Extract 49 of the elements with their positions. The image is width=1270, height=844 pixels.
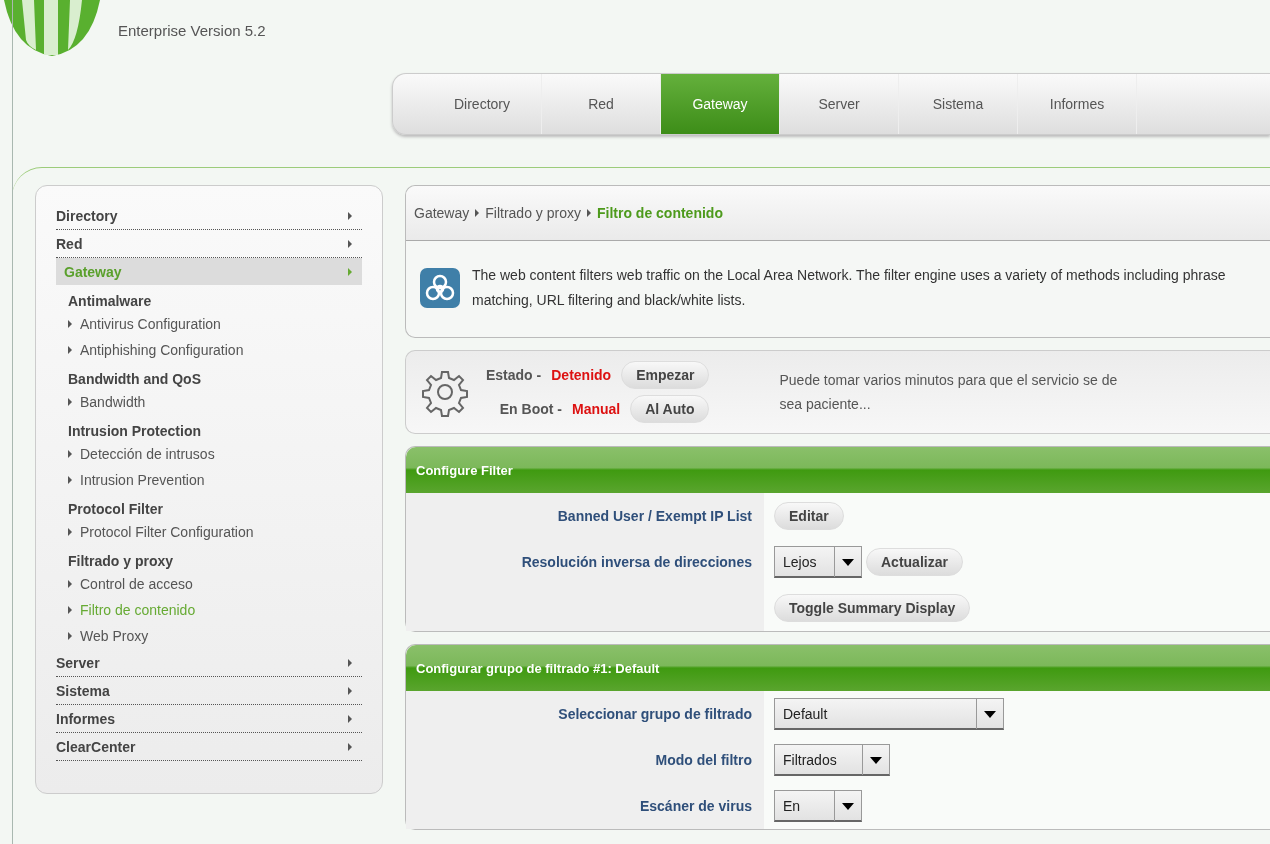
dropdown[interactable]: Default xyxy=(774,698,1004,730)
dropdown[interactable]: Filtrados xyxy=(774,744,890,776)
nav-tab[interactable]: Sistema xyxy=(899,74,1018,134)
sidebar-link[interactable]: Bandwidth xyxy=(68,389,362,415)
status-value: Detenido xyxy=(551,367,612,383)
field-label: Seleccionar grupo de filtrado xyxy=(558,706,752,722)
service-note: sea paciente... xyxy=(779,396,872,412)
status-label: En Boot - xyxy=(499,401,562,417)
status-label: Estado - xyxy=(486,367,542,383)
field-label: Resolución inversa de direcciones xyxy=(521,554,752,570)
service-note: Puede tomar varios minutos para que el servicio se de xyxy=(779,372,1118,388)
sidebar-link[interactable]: Protocol Filter Configuration xyxy=(68,519,362,545)
sidebar-link[interactable]: Web Proxy xyxy=(68,623,362,649)
sidebar-item[interactable]: Server xyxy=(56,649,362,677)
sidebar-group-title: Filtrado y proxy xyxy=(68,553,175,569)
sidebar-group-title: Antimalware xyxy=(68,293,153,309)
sidebar-group-title: Bandwidth and QoS xyxy=(68,371,202,387)
sidebar-item[interactable]: Informes xyxy=(56,705,362,733)
breadcrumb-link[interactable]: Gateway xyxy=(414,205,470,221)
dropdown[interactable]: Lejos xyxy=(774,546,862,578)
breadcrumb-link[interactable]: Filtrado y proxy xyxy=(485,205,581,221)
action-button[interactable]: Toggle Summary Display xyxy=(774,594,971,622)
section-title: Configurar grupo de filtrado #1: Default xyxy=(416,660,660,676)
version-label: Enterprise Version 5.2 xyxy=(118,22,266,39)
field-label: Modo del filtro xyxy=(655,752,752,768)
sidebar-link[interactable]: Detección de intrusos xyxy=(68,441,362,467)
status-value: Manual xyxy=(572,401,621,417)
sidebar-group-title: Intrusion Protection xyxy=(68,423,202,439)
sidebar-link[interactable]: Antivirus Configuration xyxy=(68,311,362,337)
field-label: Escáner de virus xyxy=(639,798,752,814)
action-button[interactable]: Editar xyxy=(774,502,844,530)
service-button[interactable]: Empezar xyxy=(621,361,710,389)
nav-tab[interactable]: Informes xyxy=(1018,74,1137,134)
field-label: Banned User / Exempt IP List xyxy=(557,508,752,524)
sidebar-item[interactable]: Directory xyxy=(56,202,362,230)
section-title: Configure Filter xyxy=(416,462,513,478)
nav-tab[interactable]: Directory xyxy=(423,74,542,134)
action-button[interactable]: Actualizar xyxy=(866,548,963,576)
sidebar-item[interactable]: Sistema xyxy=(56,677,362,705)
sidebar-group-title: Protocol Filter xyxy=(68,501,164,517)
biohazard-icon xyxy=(420,268,460,308)
nav-tab[interactable]: Server xyxy=(780,74,899,134)
description-text: The web content filters web traffic on the Local Area Network. The filter engine uses a variety of methods including phrase matching, URL filtering and black/white lists. xyxy=(472,266,1227,310)
service-button[interactable]: Al Auto xyxy=(630,395,710,423)
sidebar-link[interactable]: Intrusion Prevention xyxy=(68,467,362,493)
sidebar-item[interactable]: ClearCenter xyxy=(56,733,362,761)
sidebar-link[interactable]: Control de acceso xyxy=(68,571,362,597)
sidebar-link[interactable]: Antiphishing Configuration xyxy=(68,337,362,363)
dropdown[interactable]: En xyxy=(774,790,862,822)
